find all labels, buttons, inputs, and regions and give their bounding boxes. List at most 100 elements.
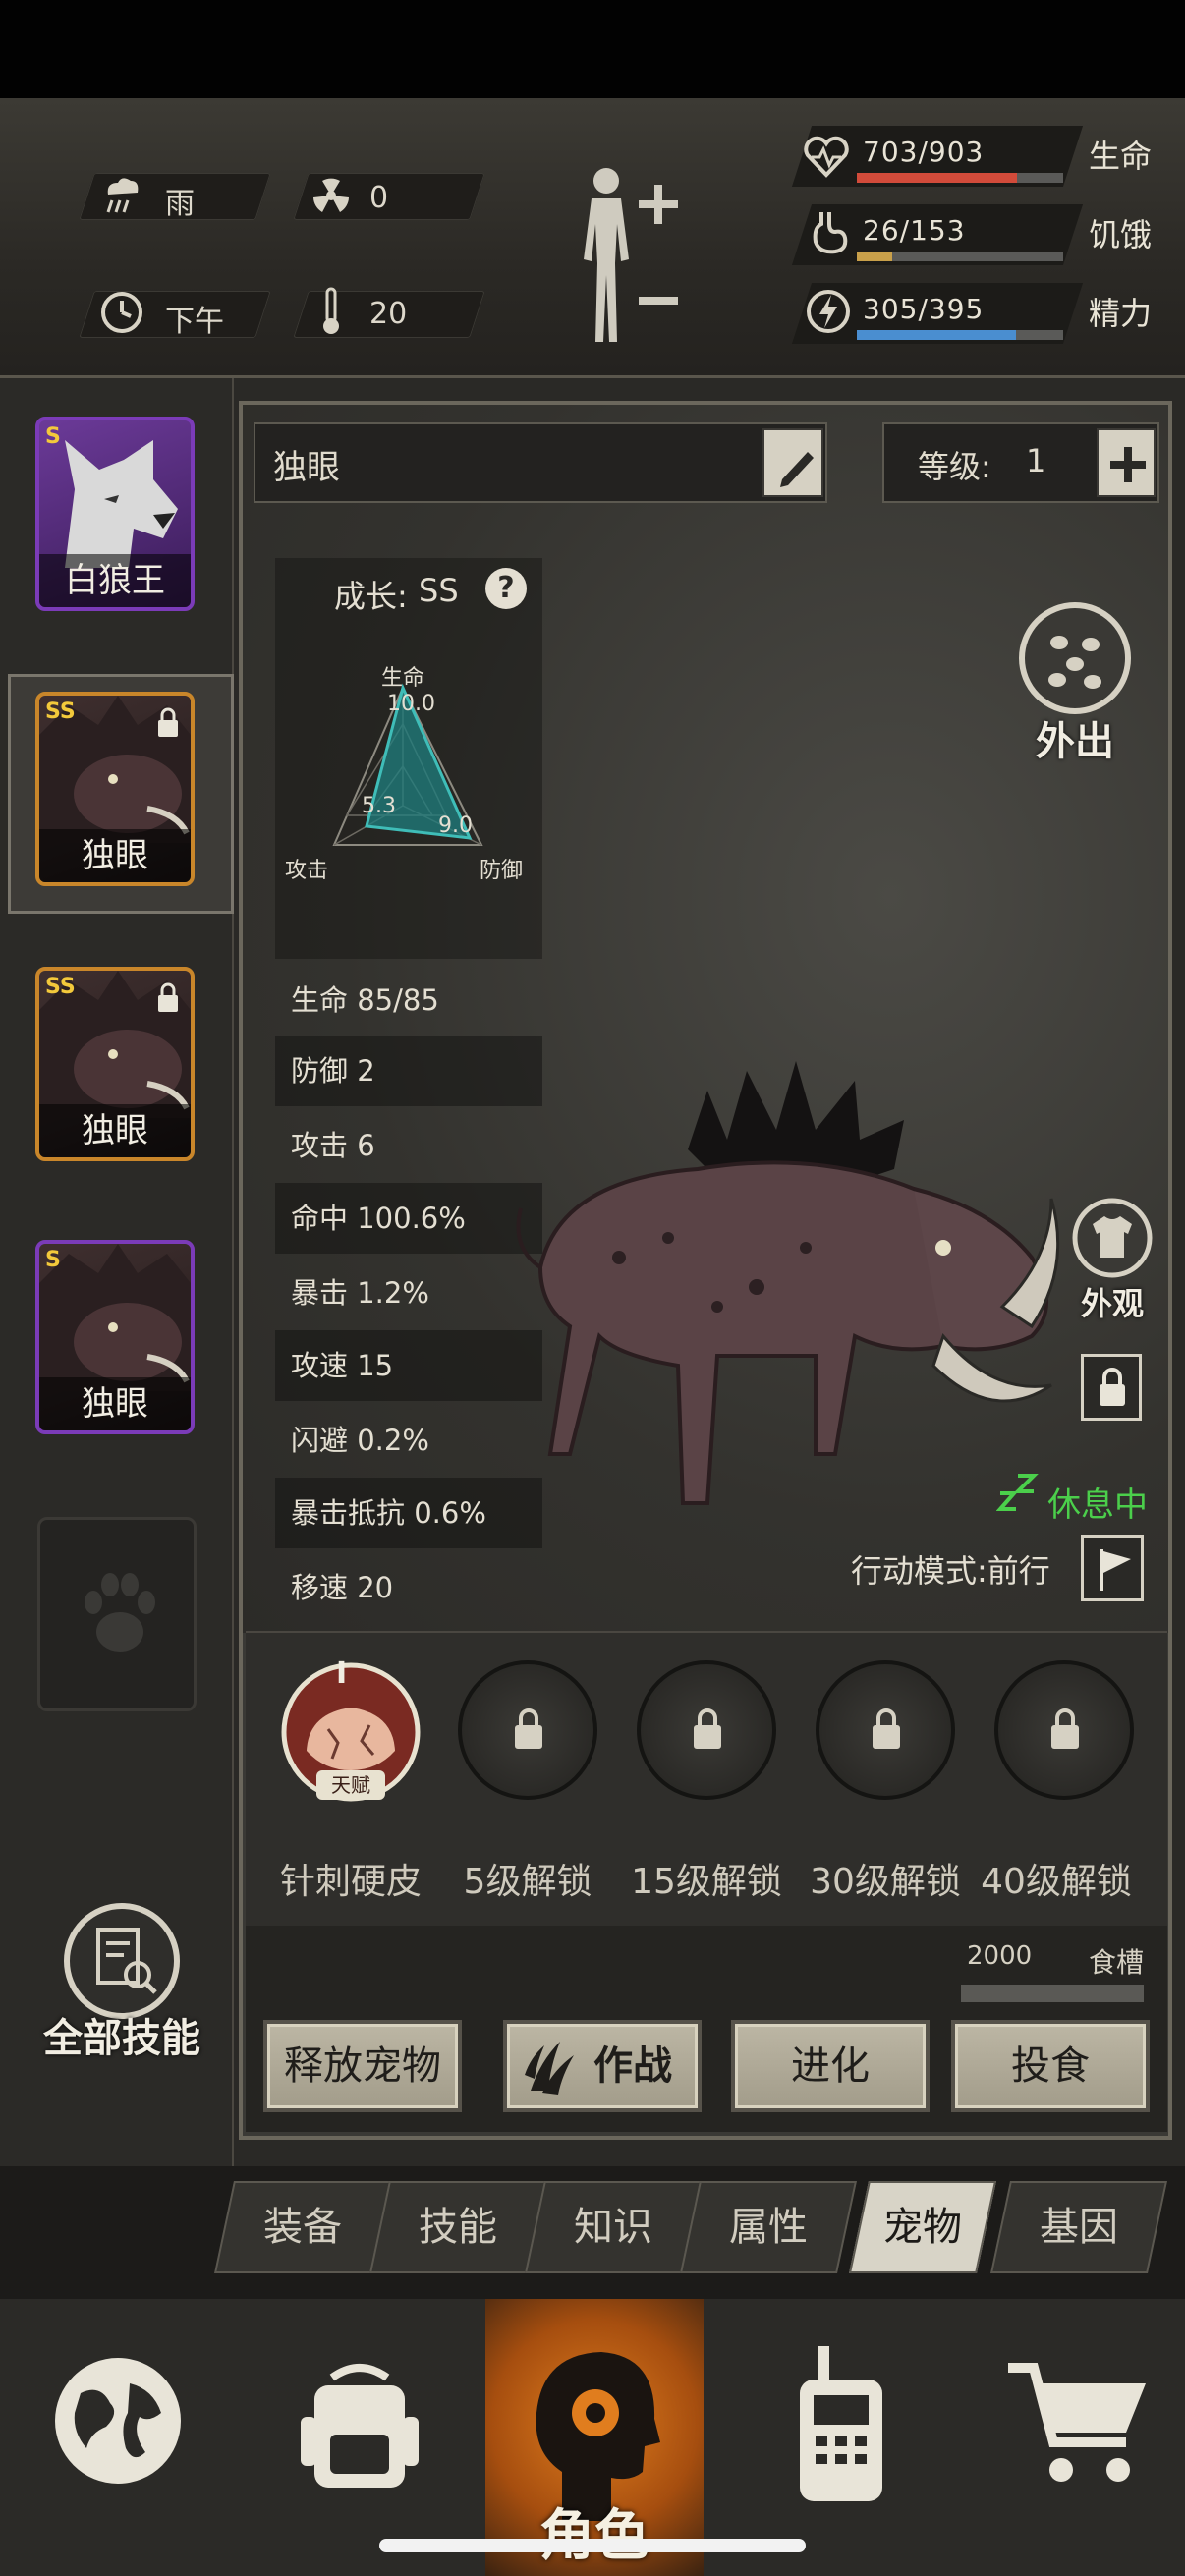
walkie-talkie-icon bbox=[800, 2346, 882, 2501]
nav-inventory[interactable] bbox=[242, 2299, 478, 2576]
paw-icon bbox=[85, 1573, 155, 1652]
radar-top-value: 10.0 bbox=[387, 692, 435, 716]
nav-shop[interactable] bbox=[949, 2299, 1185, 2576]
flag-icon bbox=[1100, 1549, 1131, 1591]
lock-icon bbox=[1051, 1708, 1079, 1749]
release-pet-button[interactable]: 释放宠物 bbox=[263, 2020, 462, 2112]
tab-pets[interactable]: 宠物 bbox=[849, 2181, 996, 2273]
appearance-lock-button[interactable] bbox=[1081, 1354, 1142, 1421]
nav-radio[interactable] bbox=[733, 2299, 969, 2576]
help-icon[interactable]: ? bbox=[485, 568, 527, 609]
pet-card-2[interactable]: SS 独眼 bbox=[35, 967, 195, 1161]
energy-label: 精力 bbox=[1089, 295, 1153, 332]
tab-label: 技能 bbox=[419, 2205, 497, 2250]
level-up-button[interactable] bbox=[1097, 428, 1156, 497]
tab-equipment[interactable]: 装备 bbox=[214, 2181, 391, 2273]
health-value: 703/903 bbox=[863, 136, 985, 168]
locked-skill-slot-2[interactable] bbox=[637, 1660, 776, 1800]
slot-unlock-label-4: 40级解锁 bbox=[981, 1862, 1132, 1902]
go-out-label: 外出 bbox=[1036, 719, 1114, 764]
level-value: 1 bbox=[1026, 442, 1046, 479]
tab-genes[interactable]: 基因 bbox=[990, 2181, 1167, 2273]
tab-label: 装备 bbox=[263, 2205, 342, 2250]
pet-name-field[interactable]: 独眼 bbox=[254, 422, 827, 503]
status-text: 休息中 bbox=[1047, 1485, 1148, 1525]
action-mode-button[interactable] bbox=[1081, 1535, 1144, 1601]
action-mode-label: 行动模式:前行 bbox=[851, 1552, 1050, 1590]
pet-card-3[interactable]: S 独眼 bbox=[35, 1240, 195, 1434]
lock-icon bbox=[694, 1708, 721, 1749]
pet-card-0[interactable]: S 白狼王 bbox=[35, 417, 195, 611]
talent-level-roman: I bbox=[336, 1656, 348, 1691]
radar-left-label: 攻击 bbox=[285, 859, 329, 883]
tab-knowledge[interactable]: 知识 bbox=[525, 2181, 702, 2273]
rain-icon bbox=[106, 178, 139, 213]
tab-attributes[interactable]: 属性 bbox=[680, 2181, 857, 2273]
energy-bar bbox=[857, 330, 1063, 340]
paw-print-icon bbox=[1019, 602, 1131, 714]
all-skills-button[interactable]: 全部技能 bbox=[39, 1900, 206, 2077]
all-skills-label: 全部技能 bbox=[43, 2016, 200, 2061]
slot-unlock-label-3: 30级解锁 bbox=[810, 1862, 961, 1902]
trough-bar bbox=[961, 1985, 1144, 2002]
lock-icon bbox=[1100, 1368, 1125, 1406]
go-out-button[interactable]: 外出 bbox=[1018, 601, 1132, 768]
radar-right-value: 9.0 bbox=[438, 813, 473, 838]
globe-icon bbox=[55, 2358, 181, 2484]
tab-label: 属性 bbox=[729, 2205, 808, 2250]
empty-pet-slot[interactable] bbox=[37, 1517, 197, 1711]
cart-icon bbox=[1008, 2363, 1146, 2482]
lightning-icon bbox=[807, 290, 850, 333]
slot-unlock-label-2: 15级解锁 bbox=[631, 1862, 782, 1902]
locked-skill-slot-1[interactable] bbox=[458, 1660, 597, 1800]
evolve-button[interactable]: 进化 bbox=[731, 2020, 930, 2112]
tab-label: 知识 bbox=[574, 2205, 652, 2250]
heart-icon bbox=[804, 136, 849, 178]
talent-badge: 天赋 bbox=[316, 1770, 385, 1800]
hunger-label: 饥饿 bbox=[1089, 216, 1153, 253]
plus-icon bbox=[639, 185, 678, 224]
rank-badge: S bbox=[45, 424, 61, 449]
backpack-icon bbox=[301, 2364, 419, 2488]
energy-value: 305/395 bbox=[863, 293, 985, 325]
pencil-icon bbox=[780, 452, 814, 487]
pet-name: 独眼 bbox=[39, 829, 191, 882]
pet-name-text: 独眼 bbox=[273, 448, 340, 487]
talent-skill-icon[interactable]: I 天赋 bbox=[279, 1656, 423, 1804]
slot-unlock-label-1: 5级解锁 bbox=[463, 1862, 592, 1902]
nav-character[interactable]: 角色 bbox=[485, 2299, 704, 2576]
radiation-icon bbox=[313, 178, 349, 212]
growth-label: 成长: bbox=[334, 578, 408, 615]
edit-name-button[interactable] bbox=[762, 428, 823, 497]
level-label: 等级: bbox=[918, 448, 991, 485]
feed-button[interactable]: 投食 bbox=[951, 2020, 1150, 2112]
nav-character-label: 角色 bbox=[539, 2504, 649, 2568]
appearance-button[interactable]: 外观 bbox=[1065, 1197, 1159, 1324]
nav-map[interactable] bbox=[0, 2299, 236, 2576]
pet-name: 独眼 bbox=[39, 1104, 191, 1157]
radar-right-label: 防御 bbox=[480, 859, 524, 883]
radar-top-label: 生命 bbox=[381, 666, 425, 691]
talent-skill-name: 针刺硬皮 bbox=[279, 1862, 422, 1902]
hunger-value: 26/153 bbox=[863, 214, 966, 247]
time-of-day: 下午 bbox=[165, 305, 224, 339]
pet-card-1[interactable]: SS 独眼 bbox=[35, 692, 195, 886]
status-bar-area bbox=[0, 0, 1185, 98]
growth-value: SS bbox=[419, 572, 459, 609]
tab-label: 宠物 bbox=[883, 2205, 962, 2250]
locked-skill-slot-3[interactable] bbox=[816, 1660, 955, 1800]
rank-badge: SS bbox=[45, 700, 76, 724]
radar-left-value: 5.3 bbox=[362, 794, 396, 818]
health-label: 生命 bbox=[1089, 138, 1153, 175]
weather-label: 雨 bbox=[165, 187, 195, 221]
boar-portrait bbox=[39, 1244, 191, 1391]
rank-badge: SS bbox=[45, 975, 76, 999]
stomach-icon bbox=[813, 212, 848, 254]
plus-icon-v bbox=[1124, 447, 1132, 482]
trough-label: 食槽 bbox=[1089, 1946, 1145, 1979]
locked-skill-slot-4[interactable] bbox=[994, 1660, 1134, 1800]
lock-icon bbox=[158, 982, 178, 1012]
white-wolf-portrait bbox=[65, 440, 178, 568]
sleep-icon bbox=[996, 1474, 1039, 1511]
tab-skills[interactable]: 技能 bbox=[369, 2181, 546, 2273]
